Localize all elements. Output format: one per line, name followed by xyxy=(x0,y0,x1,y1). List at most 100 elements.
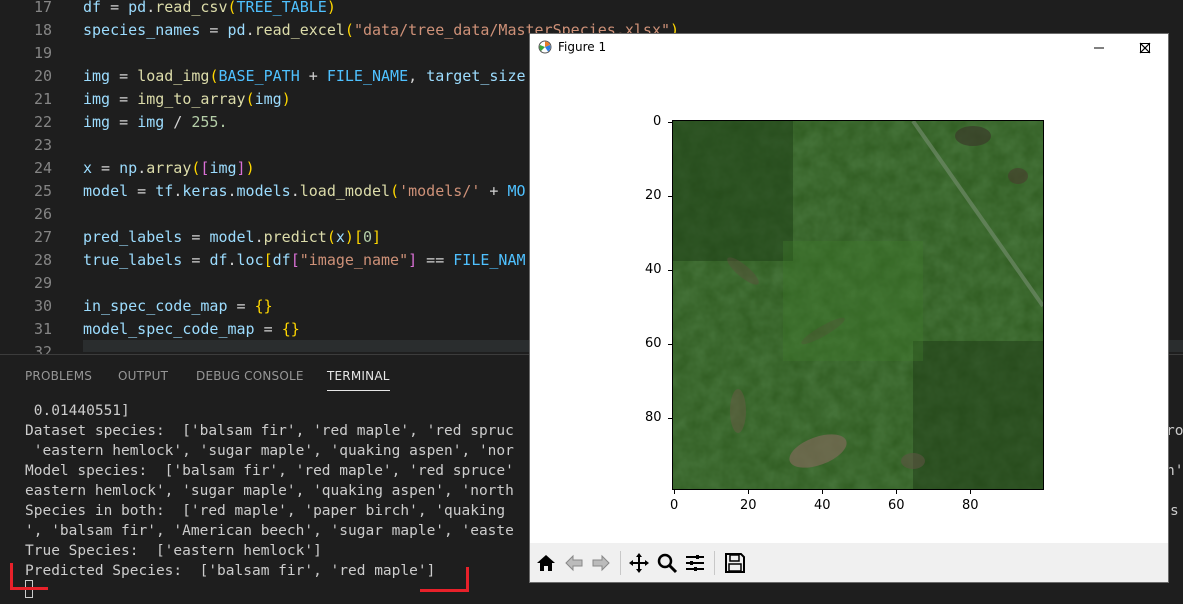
line-number: 21 xyxy=(33,90,52,108)
close-button[interactable] xyxy=(1122,34,1168,61)
code-token: x xyxy=(335,228,345,246)
code-token: FILE_NAM xyxy=(453,251,526,269)
x-tick-mark xyxy=(748,490,749,494)
tab-debug-console[interactable]: DEBUG CONSOLE xyxy=(196,369,304,383)
code-token: load_img xyxy=(137,67,210,85)
toolbar-separator xyxy=(714,551,715,575)
code-token: . xyxy=(146,0,156,16)
code-token: img xyxy=(83,113,111,131)
line-number: 23 xyxy=(33,136,52,154)
code-text: pred_labels = model.predict(x)[0] xyxy=(83,226,381,249)
code-token: = xyxy=(254,320,282,338)
configure-subplots-button[interactable] xyxy=(682,550,708,576)
code-token: models xyxy=(236,182,291,200)
code-text: true_labels = df.loc[df["image_name"] ==… xyxy=(83,249,526,272)
terminal-line: eastern hemlock', 'sugar maple', 'quakin… xyxy=(25,483,514,499)
code-overflow-fragment: es xyxy=(1168,179,1183,202)
code-token: FILE_NAME xyxy=(326,67,409,85)
zoom-button[interactable] xyxy=(654,550,680,576)
terminal-overflow-fragment: s xyxy=(1170,503,1179,519)
back-button[interactable] xyxy=(561,550,587,576)
code-token: 0 xyxy=(362,228,372,246)
code-token: model_spec_code_map xyxy=(83,320,255,338)
minimize-icon xyxy=(1094,47,1104,48)
code-token: ) xyxy=(245,159,255,177)
code-token: ) xyxy=(281,90,291,108)
annotation-mark-left-horizontal xyxy=(10,587,48,590)
code-token: species_names xyxy=(83,21,201,39)
line-number: 22 xyxy=(33,113,52,131)
code-token: . xyxy=(227,182,237,200)
code-token: target_size xyxy=(426,67,526,85)
line-number: 25 xyxy=(33,182,52,200)
y-tick-mark xyxy=(668,196,672,197)
tab-problems[interactable]: PROBLEMS xyxy=(25,369,92,383)
code-token: load_model xyxy=(299,182,391,200)
code-token: TREE_TABLE xyxy=(236,0,327,16)
code-token: true_labels xyxy=(83,251,183,269)
code-token: in_spec_code_map xyxy=(83,297,228,315)
x-tick-mark xyxy=(822,490,823,494)
line-number: 32 xyxy=(33,343,52,354)
code-token: model xyxy=(83,182,129,200)
code-token: == xyxy=(417,251,454,269)
code-text: img = load_img(BASE_PATH + FILE_NAME, ta… xyxy=(83,65,526,88)
terminal-line: 'eastern hemlock', 'sugar maple', 'quaki… xyxy=(25,443,514,459)
pan-icon xyxy=(629,553,649,573)
line-number: 27 xyxy=(33,228,52,246)
forward-icon xyxy=(592,554,610,572)
code-token: . xyxy=(137,159,147,177)
zoom-icon xyxy=(657,553,678,574)
home-icon xyxy=(537,555,555,571)
code-token: ( xyxy=(227,0,237,16)
x-tick-mark xyxy=(674,490,675,494)
line-number: 18 xyxy=(33,21,52,39)
code-token: ] xyxy=(372,228,382,246)
x-tick-mark xyxy=(896,490,897,494)
code-token: = xyxy=(128,182,156,200)
annotation-mark-left-vertical xyxy=(10,563,13,589)
figure-titlebar[interactable]: Figure 1 xyxy=(530,34,1168,61)
code-token: 255. xyxy=(191,113,228,131)
line-number: 24 xyxy=(33,159,52,177)
code-token: + xyxy=(299,67,327,85)
code-token: predict xyxy=(263,228,327,246)
toolbar-separator xyxy=(620,551,621,575)
code-token: = xyxy=(92,159,120,177)
matplotlib-logo-icon xyxy=(538,40,552,54)
code-token: . xyxy=(254,228,264,246)
save-button[interactable] xyxy=(722,550,748,576)
terminal-line: Predicted Species: ['balsam fir', 'red m… xyxy=(25,563,436,579)
x-tick-label: 80 xyxy=(962,498,979,513)
tab-terminal[interactable]: TERMINAL xyxy=(327,369,390,391)
figure-window[interactable]: Figure 1 0 20 40 60 80 0 20 40 60 80 xyxy=(529,33,1169,583)
tree-image[interactable] xyxy=(672,120,1044,490)
home-button[interactable] xyxy=(533,550,559,576)
tab-output[interactable]: OUTPUT xyxy=(118,369,168,383)
back-icon xyxy=(565,554,583,572)
code-token: . xyxy=(290,182,300,200)
code-token: loc xyxy=(236,251,264,269)
code-token: = xyxy=(182,251,210,269)
y-tick-mark xyxy=(668,344,672,345)
terminal-line: ', 'balsam fir', 'American beech', 'suga… xyxy=(25,523,514,539)
code-token: img xyxy=(209,159,237,177)
code-token: = xyxy=(101,0,129,16)
y-tick-label: 60 xyxy=(645,336,662,351)
code-token: ( xyxy=(344,21,354,39)
code-token: img xyxy=(83,90,111,108)
code-token: np xyxy=(119,159,138,177)
save-icon xyxy=(725,553,745,573)
figure-title: Figure 1 xyxy=(558,40,607,54)
minimize-button[interactable] xyxy=(1076,34,1122,61)
code-text: img = img_to_array(img) xyxy=(83,88,291,111)
code-token: 'models/' xyxy=(399,182,481,200)
y-tick-label: 40 xyxy=(645,262,662,277)
navigation-toolbar xyxy=(530,543,1168,582)
code-token: [ xyxy=(290,251,300,269)
pan-button[interactable] xyxy=(626,550,652,576)
code-token: df xyxy=(272,251,291,269)
x-tick-label: 60 xyxy=(888,498,905,513)
forward-button[interactable] xyxy=(588,550,614,576)
plot-canvas[interactable]: 0 20 40 60 80 0 20 40 60 80 xyxy=(530,61,1168,543)
